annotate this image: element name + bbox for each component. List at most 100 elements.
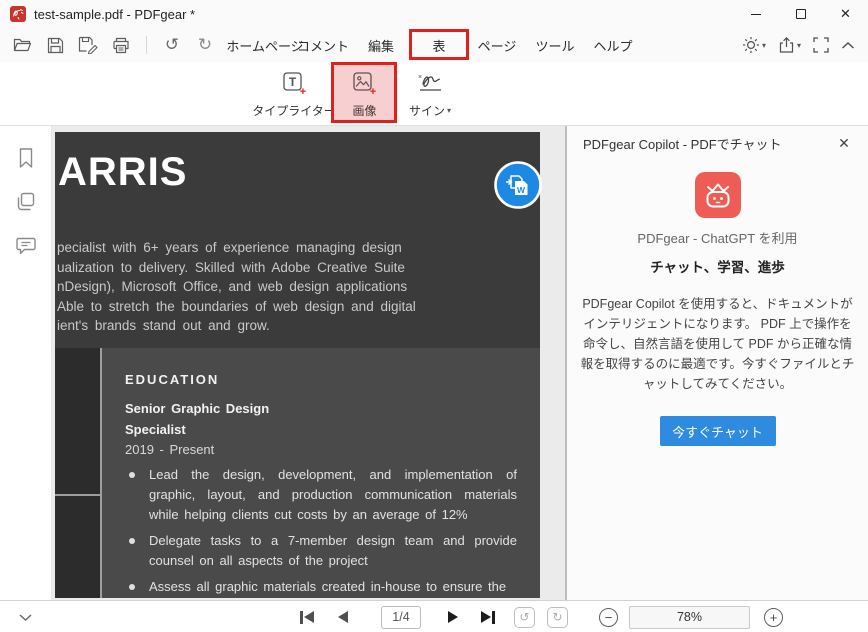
menu-comment[interactable]: コメント (294, 28, 352, 62)
job-title-line2: Specialist (125, 419, 517, 440)
chevron-up-icon (841, 41, 855, 50)
caret-down-icon: ▾ (447, 106, 451, 115)
next-view-button[interactable]: ↻ (547, 601, 568, 632)
bullet-text: Assess all graphic materials created in-… (149, 577, 506, 597)
next-view-icon: ↻ (552, 610, 562, 624)
list-item: Lead the design, development, and implem… (125, 465, 517, 525)
fullscreen-icon (813, 37, 829, 53)
sign-button[interactable]: × サイン▾ (400, 64, 460, 122)
menu-tools[interactable]: ツール (526, 28, 584, 62)
last-page-button[interactable] (481, 601, 495, 632)
menu-table[interactable]: 表 (410, 28, 468, 62)
previous-view-button[interactable]: ↺ (514, 601, 535, 632)
image-button[interactable]: + 画像 (334, 64, 395, 122)
summary-line: ient's brands stand out and grow. (57, 316, 393, 336)
pdf-viewer[interactable]: ARRIS pecialist with 6+ years of experie… (52, 126, 565, 600)
page-indicator: 1/4 (392, 610, 409, 624)
word-convert-icon: W (493, 160, 543, 210)
save-button[interactable] (43, 33, 67, 57)
comments-panel-button[interactable] (12, 232, 40, 260)
close-button[interactable]: ✕ (823, 0, 868, 28)
typewriter-button[interactable]: T+ タイプライター (256, 64, 332, 122)
title-bar: test-sample.pdf - PDFgear * ✕ (0, 0, 868, 28)
status-bar: 1/4 ↺ ↻ − 78% + (0, 600, 868, 632)
insert-image-icon: + (351, 70, 378, 97)
previous-page-button[interactable] (338, 601, 348, 632)
list-item: Delegate tasks to a 7-member design team… (125, 531, 517, 571)
menu-help[interactable]: ヘルプ (584, 28, 642, 62)
pdf-page: ARRIS pecialist with 6+ years of experie… (55, 132, 540, 598)
zoom-out-button[interactable]: − (599, 601, 618, 632)
sign-label: サイン (409, 102, 445, 119)
education-section: EDUCATION Senior Graphic Design Speciali… (102, 348, 540, 598)
zoom-level: 78% (677, 610, 702, 624)
bullet-icon (129, 472, 135, 478)
copilot-tagline: チャット、学習、進歩 (650, 256, 785, 276)
save-as-button[interactable] (76, 33, 100, 57)
first-page-button[interactable] (300, 601, 314, 632)
chevron-down-icon (18, 613, 33, 622)
summary-line: Able to stretch the boundaries of web de… (57, 297, 393, 317)
open-file-button[interactable] (10, 33, 34, 57)
previous-page-icon (338, 611, 348, 623)
list-item: Assess all graphic materials created in-… (125, 577, 517, 597)
bookmarks-panel-button[interactable] (12, 144, 40, 172)
summary-line: nDesign), Microsoft Office, and web desi… (57, 277, 393, 297)
close-icon: ✕ (840, 6, 851, 22)
resume-lower-section: EDUCATION Senior Graphic Design Speciali… (55, 348, 540, 598)
collapse-toolbar-button[interactable] (838, 32, 858, 58)
caret-down-icon: ▾ (762, 41, 766, 50)
menu-home[interactable]: ホームページ (236, 28, 294, 62)
typewriter-label: タイプライター (252, 102, 336, 119)
collapse-statusbar-button[interactable] (18, 601, 33, 632)
convert-to-word-button[interactable]: W (493, 160, 543, 210)
page-number-field[interactable]: 1/4 (381, 601, 421, 632)
copilot-description: PDFgear Copilot を使用すると、ドキュメントがインテリジェントにな… (580, 294, 856, 394)
copilot-close-button[interactable]: ✕ (834, 133, 854, 153)
pages-icon (15, 191, 37, 213)
zoom-in-icon: + (770, 611, 778, 624)
page-thumbnails-button[interactable] (12, 188, 40, 216)
last-page-icon (481, 611, 491, 623)
minimize-button[interactable] (733, 0, 778, 28)
svg-text:+: + (370, 86, 376, 97)
minimize-icon (751, 14, 761, 15)
fullscreen-button[interactable] (810, 32, 832, 58)
summary-line: ualization to delivery. Skilled with Ado… (57, 258, 393, 278)
bullet-icon (129, 538, 135, 544)
zoom-in-button[interactable]: + (764, 601, 783, 632)
svg-text:+: + (299, 86, 305, 97)
zoom-level-field[interactable]: 78% (629, 601, 750, 632)
pdfgear-logo-icon (10, 6, 26, 22)
close-icon: ✕ (838, 135, 850, 152)
theme-button[interactable]: ▾ (739, 32, 769, 58)
copilot-header: PDFgear Copilot - PDFでチャット ✕ (567, 126, 868, 160)
svg-text:W: W (517, 185, 526, 195)
bullet-text: Delegate tasks to a 7-member design team… (149, 531, 517, 571)
resume-name-heading: ARRIS (58, 150, 187, 195)
maximize-button[interactable] (778, 0, 823, 28)
job-dates: 2019 - Present (125, 440, 517, 459)
share-button[interactable]: ▾ (775, 32, 804, 58)
education-heading: EDUCATION (125, 372, 517, 387)
folder-open-icon (13, 37, 32, 53)
last-page-icon (492, 611, 495, 624)
left-sidebar (0, 126, 52, 600)
zoom-out-icon: − (605, 611, 613, 624)
next-page-button[interactable] (448, 601, 458, 632)
pdfgear-window: test-sample.pdf - PDFgear * ✕ ↺ ↻ (0, 0, 868, 632)
menu-page[interactable]: ページ (468, 28, 526, 62)
print-button[interactable] (109, 33, 133, 57)
signature-icon: × (415, 70, 445, 97)
next-page-icon (448, 611, 458, 623)
save-as-icon (78, 36, 98, 54)
share-icon (778, 36, 795, 54)
chat-now-button[interactable]: 今すぐチャット (660, 416, 776, 446)
menu-bar-right-icons: ▾ ▾ (739, 28, 858, 62)
comment-icon (15, 236, 37, 256)
first-page-icon (304, 611, 314, 623)
undo-button[interactable]: ↺ (160, 33, 184, 57)
save-icon (47, 37, 64, 54)
redo-button[interactable]: ↻ (193, 33, 217, 57)
menu-edit[interactable]: 編集 (352, 28, 410, 62)
